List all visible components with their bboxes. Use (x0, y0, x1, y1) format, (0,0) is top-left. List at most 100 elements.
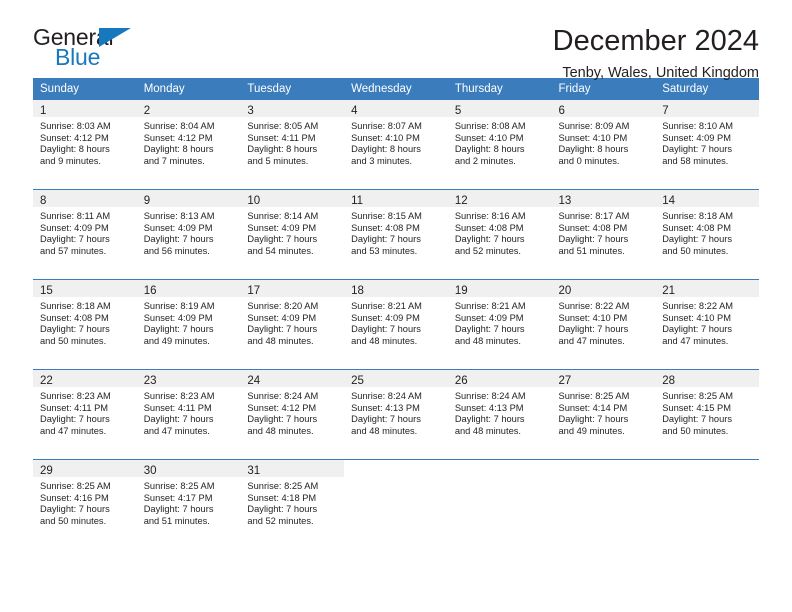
daylight-text-line2: and 54 minutes. (247, 245, 314, 256)
daylight-text-line2: and 50 minutes. (40, 515, 107, 526)
weekday-header-tuesday: Tuesday (240, 78, 345, 100)
day-number: 25 (351, 375, 364, 387)
daylight-text-line1: Daylight: 8 hours (454, 144, 525, 155)
day-cell-inner: 16 Sunrise: 8:19 AM Sunset: 4:09 PM Dayligh… (136, 280, 241, 369)
calendar-day-cell[interactable]: 4 Sunrise: 8:07 AM Sunset: 4:10 PM Daylight… (344, 100, 448, 190)
day-number: 31 (247, 465, 261, 477)
sunset-text: Sunset: 4:17 PM (143, 492, 213, 503)
sunset-text: Sunset: 4:15 PM (662, 402, 731, 413)
calendar-body: 1 Sunrise: 8:03 AM Sunset: 4:12 PM Daylight… (33, 100, 759, 549)
calendar-day-cell[interactable]: 23 Sunrise: 8:23 AM Sunset: 4:11 PM Dayligh… (136, 369, 241, 460)
daylight-text-line2: and 2 minutes. (454, 155, 516, 166)
day-cell-inner: 14 Sunrise: 8:18 AM Sunset: 4:08 PM Dayligh… (655, 190, 759, 279)
calendar-day-cell[interactable]: 29 Sunrise: 8:25 AM Sunset: 4:16 PM Dayligh… (33, 459, 137, 549)
calendar-day-cell[interactable]: 31 Sunrise: 8:25 AM Sunset: 4:18 PM Dayligh… (240, 459, 345, 549)
sunrise-text: Sunrise: 8:24 AM (454, 391, 526, 401)
calendar-day-cell[interactable]: 20 Sunrise: 8:22 AM Sunset: 4:10 PM Dayligh… (551, 279, 656, 370)
daylight-text-line1: Daylight: 7 hours (351, 414, 421, 425)
calendar-day-cell[interactable]: 1 Sunrise: 8:03 AM Sunset: 4:12 PM Daylight… (33, 100, 137, 190)
calendar-day-cell[interactable]: 8 Sunrise: 8:11 AM Sunset: 4:09 PM Daylight… (33, 189, 137, 280)
calendar-day-cell[interactable]: 16 Sunrise: 8:19 AM Sunset: 4:09 PM Dayligh… (136, 279, 241, 370)
title-block: December 2024 Tenby, Wales, United Kingd… (553, 24, 759, 84)
daylight-text-line2: and 48 minutes. (247, 335, 314, 346)
day-cell-inner: 13 Sunrise: 8:17 AM Sunset: 4:08 PM Dayligh… (551, 190, 656, 279)
calendar-day-cell[interactable]: 28 Sunrise: 8:25 AM Sunset: 4:15 PM Dayligh… (655, 369, 759, 460)
sunset-text: Sunset: 4:13 PM (351, 402, 420, 413)
day-number-band: 8 (33, 190, 137, 207)
day-cell-inner: 25 Sunrise: 8:24 AM Sunset: 4:13 PM Dayligh… (344, 370, 448, 459)
daylight-text-line1: Daylight: 8 hours (143, 144, 214, 155)
daylight-text-line1: Daylight: 7 hours (247, 324, 318, 335)
day-cell-inner: 19 Sunrise: 8:21 AM Sunset: 4:09 PM Dayligh… (447, 280, 552, 369)
calendar-week-row: 8 Sunrise: 8:11 AM Sunset: 4:09 PM Daylight… (33, 189, 759, 280)
daylight-text-line2: and 47 minutes. (143, 425, 210, 436)
daylight-text-line2: and 0 minutes. (558, 155, 620, 166)
day-number: 18 (351, 285, 364, 297)
calendar-day-cell[interactable]: 22 Sunrise: 8:23 AM Sunset: 4:11 PM Dayligh… (33, 369, 137, 460)
sunset-text: Sunset: 4:08 PM (351, 222, 420, 233)
calendar-day-cell[interactable]: 5 Sunrise: 8:08 AM Sunset: 4:10 PM Daylight… (447, 100, 552, 190)
daylight-text-line1: Daylight: 7 hours (662, 144, 732, 155)
daylight-text-line2: and 56 minutes. (143, 245, 210, 256)
day-cell-inner: 26 Sunrise: 8:24 AM Sunset: 4:13 PM Dayligh… (447, 370, 552, 459)
day-details: Sunrise: 8:18 AM Sunset: 4:08 PM Daylight:… (655, 207, 759, 257)
sunrise-text: Sunrise: 8:24 AM (351, 391, 422, 401)
day-details: Sunrise: 8:21 AM Sunset: 4:09 PM Daylight:… (344, 297, 448, 347)
sunrise-text: Sunrise: 8:09 AM (558, 121, 630, 131)
sunset-text: Sunset: 4:10 PM (351, 132, 420, 143)
calendar-day-cell[interactable]: 11 Sunrise: 8:15 AM Sunset: 4:08 PM Dayligh… (344, 189, 448, 280)
day-number-band: 16 (136, 280, 241, 297)
calendar-day-cell[interactable]: 6 Sunrise: 8:09 AM Sunset: 4:10 PM Daylight… (551, 100, 656, 190)
day-number: 6 (558, 105, 565, 117)
calendar-day-cell[interactable]: 27 Sunrise: 8:25 AM Sunset: 4:14 PM Dayligh… (551, 369, 656, 460)
calendar-day-cell[interactable]: 18 Sunrise: 8:21 AM Sunset: 4:09 PM Dayligh… (344, 279, 448, 370)
daylight-text-line1: Daylight: 7 hours (247, 414, 318, 425)
brand-logo[interactable]: General Blue (33, 24, 139, 70)
sunrise-text: Sunrise: 8:22 AM (662, 301, 734, 311)
calendar-day-cell[interactable]: 17 Sunrise: 8:20 AM Sunset: 4:09 PM Dayligh… (240, 279, 345, 370)
calendar-day-cell[interactable]: 7 Sunrise: 8:10 AM Sunset: 4:09 PM Daylight… (655, 100, 759, 190)
calendar-day-cell[interactable]: 13 Sunrise: 8:17 AM Sunset: 4:08 PM Dayligh… (551, 189, 656, 280)
sunset-text: Sunset: 4:11 PM (247, 132, 316, 143)
day-number-band: 19 (447, 280, 552, 297)
day-cell-inner: 2 Sunrise: 8:04 AM Sunset: 4:12 PM Daylight… (136, 100, 241, 189)
weekday-header-sunday: Sunday (33, 78, 137, 100)
daylight-text-line2: and 49 minutes. (143, 335, 210, 346)
daylight-text-line2: and 51 minutes. (558, 245, 625, 256)
sunset-text: Sunset: 4:09 PM (662, 132, 731, 143)
day-details: Sunrise: 8:14 AM Sunset: 4:09 PM Daylight:… (240, 207, 344, 257)
calendar-day-cell[interactable]: 26 Sunrise: 8:24 AM Sunset: 4:13 PM Dayligh… (447, 369, 552, 460)
calendar-day-cell[interactable]: 15 Sunrise: 8:18 AM Sunset: 4:08 PM Dayligh… (33, 279, 137, 370)
daylight-text-line2: and 7 minutes. (143, 155, 205, 166)
day-details: Sunrise: 8:21 AM Sunset: 4:09 PM Daylight:… (448, 297, 552, 347)
day-cell-inner: 31 Sunrise: 8:25 AM Sunset: 4:18 PM Dayligh… (240, 460, 345, 549)
sunset-text: Sunset: 4:18 PM (247, 492, 317, 503)
daylight-text-line1: Daylight: 7 hours (662, 414, 732, 425)
sunset-text: Sunset: 4:09 PM (143, 312, 213, 323)
day-number: 5 (454, 105, 462, 117)
calendar-day-cell[interactable]: 30 Sunrise: 8:25 AM Sunset: 4:17 PM Dayligh… (136, 459, 241, 549)
day-number-band: 29 (33, 460, 137, 477)
day-number-band (448, 460, 552, 477)
sunrise-text: Sunrise: 8:24 AM (247, 391, 319, 401)
day-cell-inner: 27 Sunrise: 8:25 AM Sunset: 4:14 PM Dayligh… (551, 370, 656, 459)
day-cell-inner: 9 Sunrise: 8:13 AM Sunset: 4:09 PM Daylight… (136, 190, 241, 279)
calendar-day-cell[interactable]: 3 Sunrise: 8:05 AM Sunset: 4:11 PM Daylight… (240, 100, 345, 190)
calendar-day-cell[interactable]: 24 Sunrise: 8:24 AM Sunset: 4:12 PM Dayligh… (240, 369, 345, 460)
day-number-band: 22 (33, 370, 137, 387)
sunrise-text: Sunrise: 8:14 AM (247, 211, 319, 221)
day-cell-inner: 12 Sunrise: 8:16 AM Sunset: 4:08 PM Dayligh… (447, 190, 552, 279)
calendar-day-cell[interactable]: 12 Sunrise: 8:16 AM Sunset: 4:08 PM Dayligh… (447, 189, 552, 280)
sunset-text: Sunset: 4:14 PM (558, 402, 628, 413)
calendar-day-cell[interactable]: 2 Sunrise: 8:04 AM Sunset: 4:12 PM Daylight… (136, 100, 241, 190)
calendar-day-cell[interactable]: 19 Sunrise: 8:21 AM Sunset: 4:09 PM Dayligh… (447, 279, 552, 370)
day-number: 20 (558, 285, 572, 297)
day-cell-inner: 6 Sunrise: 8:09 AM Sunset: 4:10 PM Daylight… (551, 100, 656, 189)
calendar-day-cell[interactable]: 14 Sunrise: 8:18 AM Sunset: 4:08 PM Dayligh… (655, 189, 759, 280)
calendar-day-cell[interactable]: 9 Sunrise: 8:13 AM Sunset: 4:09 PM Daylight… (136, 189, 241, 280)
calendar-day-cell[interactable]: 25 Sunrise: 8:24 AM Sunset: 4:13 PM Dayligh… (344, 369, 448, 460)
calendar-day-cell[interactable]: 21 Sunrise: 8:22 AM Sunset: 4:10 PM Dayligh… (655, 279, 759, 370)
day-details: Sunrise: 8:24 AM Sunset: 4:12 PM Daylight:… (240, 387, 344, 437)
calendar-day-cell[interactable]: 10 Sunrise: 8:14 AM Sunset: 4:09 PM Dayligh… (240, 189, 345, 280)
day-details: Sunrise: 8:20 AM Sunset: 4:09 PM Daylight:… (240, 297, 344, 347)
